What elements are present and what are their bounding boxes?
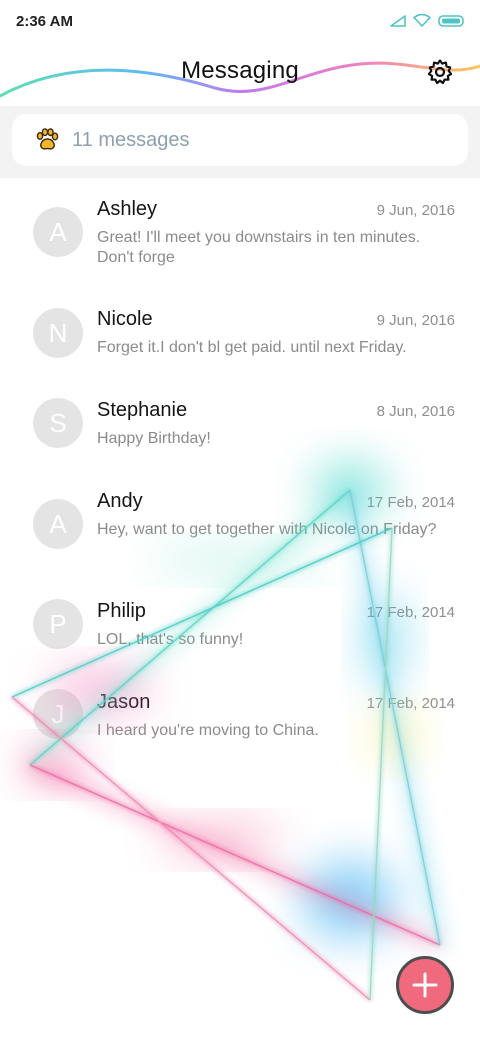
summary-strip: 11 messages	[0, 106, 480, 178]
status-time: 2:36 AM	[16, 13, 73, 30]
list-item[interactable]: S Stephanie 8 Jun, 2016 Happy Birthday!	[0, 378, 480, 468]
avatar: A	[33, 207, 83, 257]
status-bar: 2:36 AM	[0, 0, 480, 44]
gear-icon	[427, 59, 453, 85]
contact-name: Ashley	[97, 198, 158, 220]
list-item[interactable]: N Nicole 9 Jun, 2016 Forget it.I don't b…	[0, 288, 480, 378]
message-date: 9 Jun, 2016	[376, 312, 455, 329]
messaging-screen: 2:36 AM Messaging 11 messages A Ashley 9…	[0, 0, 480, 1040]
message-date: 17 Feb, 2014	[366, 604, 455, 621]
avatar: N	[33, 308, 83, 358]
avatar: S	[33, 398, 83, 448]
battery-icon	[438, 14, 464, 27]
wifi-icon	[413, 14, 431, 27]
message-count-text: 11 messages	[72, 129, 190, 151]
paw-icon	[36, 128, 59, 150]
message-preview: Hey, want to get together with Nicole on…	[97, 521, 437, 538]
settings-button[interactable]	[426, 58, 454, 86]
app-header: Messaging	[0, 44, 480, 108]
page-title: Messaging	[181, 57, 299, 84]
signal-icon	[390, 14, 406, 27]
avatar: A	[33, 499, 83, 549]
message-date: 17 Feb, 2014	[366, 494, 455, 511]
contact-name: Nicole	[97, 308, 153, 330]
message-count-bar[interactable]: 11 messages	[12, 114, 468, 166]
message-date: 17 Feb, 2014	[366, 695, 455, 712]
contact-name: Philip	[97, 600, 146, 622]
message-preview: Happy Birthday!	[97, 430, 211, 447]
avatar: J	[33, 689, 83, 739]
contact-name: Andy	[97, 490, 143, 512]
list-item[interactable]: P Philip 17 Feb, 2014 LOL, that's so fun…	[0, 578, 480, 668]
message-preview: Great! I'll meet you downstairs in ten m…	[97, 229, 421, 266]
message-date: 8 Jun, 2016	[376, 403, 455, 420]
status-icons	[390, 14, 466, 27]
message-preview: Forget it.I don't bl get paid. until nex…	[97, 339, 407, 356]
list-item[interactable]: A Ashley 9 Jun, 2016 Great! I'll meet yo…	[0, 178, 480, 288]
avatar: P	[33, 599, 83, 649]
message-preview: LOL, that's so funny!	[97, 631, 244, 648]
contact-name: Jason	[97, 691, 151, 713]
contact-name: Stephanie	[97, 399, 188, 421]
message-date: 9 Jun, 2016	[376, 202, 455, 219]
plus-icon	[412, 972, 438, 998]
list-item[interactable]: J Jason 17 Feb, 2014 I heard you're movi…	[0, 668, 480, 758]
list-item[interactable]: A Andy 17 Feb, 2014 Hey, want to get tog…	[0, 468, 480, 578]
new-message-button[interactable]	[396, 956, 454, 1014]
message-preview: I heard you're moving to China.	[97, 722, 319, 739]
